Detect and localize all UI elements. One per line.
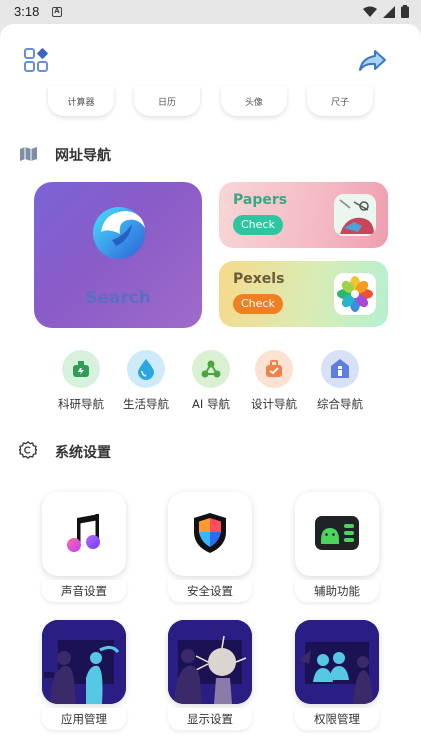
nav-research[interactable]: 科研导航 <box>49 350 113 412</box>
papers-thumbnail <box>334 194 376 236</box>
tile-security-settings-label: 安全设置 <box>168 580 252 602</box>
network-icon <box>201 360 221 378</box>
section-title-url-nav: 网址导航 <box>55 148 111 164</box>
papers-title: Papers <box>233 192 288 208</box>
nav-life[interactable]: 生活导航 <box>114 350 178 412</box>
status-time: 3:18 <box>14 4 40 19</box>
tool-calendar[interactable]: 日历 <box>134 86 200 116</box>
tool-avatar[interactable]: 头像 <box>221 86 287 116</box>
nav-design[interactable]: 设计导航 <box>242 350 306 412</box>
permissions-illustration <box>295 620 379 704</box>
status-bar: 3:18 A <box>0 0 421 24</box>
tile-permission-management-label: 权限管理 <box>295 708 379 730</box>
tile-display-settings[interactable] <box>168 620 252 704</box>
pexels-check-button[interactable]: Check <box>233 294 283 314</box>
tile-display-settings-label: 显示设置 <box>168 708 252 730</box>
nav-ai-circle <box>192 350 230 388</box>
nav-research-circle <box>62 350 100 388</box>
tools-row: 计算器 日历 头像 尺子 <box>0 86 421 116</box>
music-note-icon <box>67 514 100 552</box>
flask-icon <box>73 361 89 377</box>
android-icon <box>315 516 359 550</box>
tile-sound-settings[interactable] <box>42 492 126 576</box>
nav-design-label: 设计导航 <box>251 397 297 411</box>
search-card[interactable]: Search <box>34 182 202 328</box>
tool-ruler[interactable]: 尺子 <box>307 86 373 116</box>
wave-logo-icon <box>93 207 145 259</box>
share-icon[interactable] <box>358 50 386 72</box>
notification-icon: A <box>52 7 62 17</box>
nav-life-circle <box>127 350 165 388</box>
tile-accessibility-label: 辅助功能 <box>295 580 379 602</box>
pexels-title: Pexels <box>233 271 285 287</box>
nav-ai[interactable]: AI 导航 <box>179 350 243 412</box>
main-sheet: 计算器 日历 头像 尺子 网址导航 Search Papers Check Pe… <box>0 24 421 748</box>
nav-general-label: 综合导航 <box>317 397 363 411</box>
tile-permission-management[interactable] <box>295 620 379 704</box>
apps-illustration <box>42 620 126 704</box>
pexels-card[interactable]: Pexels Check <box>219 261 388 327</box>
photos-flower-icon <box>334 273 376 315</box>
display-illustration <box>168 620 252 704</box>
tile-app-management-label: 应用管理 <box>42 708 126 730</box>
wifi-icon <box>363 6 377 17</box>
gear-icon <box>19 441 37 459</box>
nav-research-label: 科研导航 <box>58 397 104 411</box>
search-label: Search <box>85 288 151 308</box>
toolbox-icon <box>266 360 282 377</box>
nav-general[interactable]: 综合导航 <box>308 350 372 412</box>
battery-icon <box>401 5 409 18</box>
map-icon <box>20 147 37 161</box>
papers-check-button[interactable]: Check <box>233 215 283 235</box>
shield-icon <box>194 513 226 553</box>
pexels-thumbnail <box>334 273 376 315</box>
tool-calculator[interactable]: 计算器 <box>48 86 114 116</box>
section-title-system-settings: 系统设置 <box>55 445 111 461</box>
nav-life-label: 生活导航 <box>123 397 169 411</box>
nav-general-circle <box>321 350 359 388</box>
apps-grid-icon[interactable] <box>24 48 49 73</box>
tile-security-settings[interactable] <box>168 492 252 576</box>
signal-icon <box>383 5 395 18</box>
nav-design-circle <box>255 350 293 388</box>
water-drop-icon <box>138 359 154 380</box>
tile-accessibility[interactable] <box>295 492 379 576</box>
nav-ai-label: AI 导航 <box>192 397 230 411</box>
home-icon <box>331 359 349 378</box>
tile-sound-settings-label: 声音设置 <box>42 580 126 602</box>
papers-card[interactable]: Papers Check <box>219 182 388 248</box>
tile-app-management[interactable] <box>42 620 126 704</box>
